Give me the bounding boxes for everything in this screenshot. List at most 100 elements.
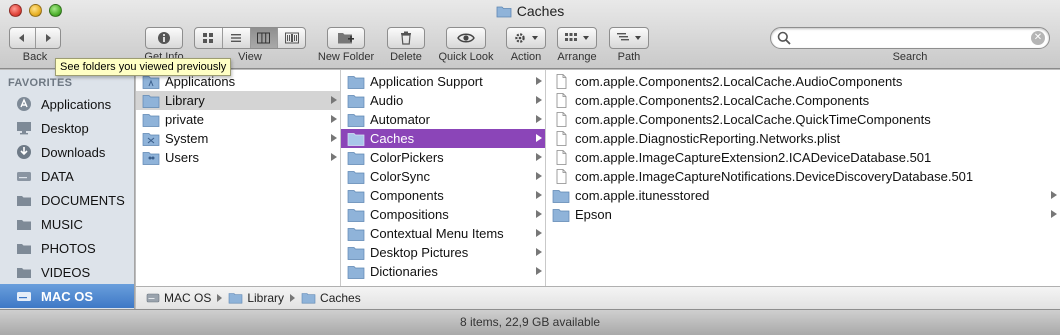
system-folder-icon [142, 131, 160, 146]
column-row[interactable]: Epson [546, 205, 1060, 224]
row-label: Epson [575, 207, 612, 222]
column-view-button[interactable] [250, 28, 279, 48]
folder-icon [15, 239, 33, 257]
column-row[interactable]: com.apple.itunesstored [546, 186, 1060, 205]
back-button[interactable] [10, 28, 36, 48]
column-row[interactable]: private [136, 110, 340, 129]
row-label: System [165, 131, 209, 146]
disclosure-arrow-icon [536, 153, 542, 161]
arrange-menu-button[interactable] [557, 27, 597, 49]
folder-icon [347, 264, 365, 279]
coverflow-icon [284, 32, 299, 44]
column-row[interactable]: ColorPickers [341, 148, 545, 167]
column-row[interactable]: com.apple.Components2.LocalCache.Compone… [546, 91, 1060, 110]
column-row[interactable]: Dictionaries [341, 262, 545, 281]
disclosure-arrow-icon [536, 172, 542, 180]
sidebar-item-macos[interactable]: MAC OS [0, 284, 134, 308]
grid-icon [203, 33, 214, 43]
column-row[interactable]: com.apple.ImageCaptureNotifications.Devi… [546, 167, 1060, 186]
path-menu-button[interactable] [609, 27, 649, 49]
back-label: Back [22, 51, 48, 63]
row-label: Automator [370, 112, 430, 127]
row-label: Application Support [370, 74, 483, 89]
get-info-button[interactable] [145, 27, 183, 49]
sidebar-item-label: DOCUMENTS [41, 192, 125, 208]
column-row-selected[interactable]: Library [136, 91, 340, 110]
disclosure-arrow-icon [536, 134, 542, 142]
column-row[interactable]: com.apple.DiagnosticReporting.Networks.p… [546, 129, 1060, 148]
columns-icon [257, 32, 271, 44]
folder-icon [347, 131, 365, 146]
path-item-library[interactable]: Library [228, 291, 284, 305]
list-view-button[interactable] [223, 28, 251, 48]
quick-look-button[interactable] [446, 27, 486, 49]
path-item-label: Library [247, 291, 285, 305]
new-folder-icon [338, 33, 354, 44]
column-row-selected[interactable]: Caches [341, 129, 545, 148]
column-row[interactable]: com.apple.Components2.LocalCache.AudioCo… [546, 72, 1060, 91]
icon-view-button[interactable] [195, 28, 223, 48]
path-icon [617, 33, 629, 41]
document-icon [552, 112, 570, 127]
search-input[interactable] [795, 30, 1025, 46]
column-row[interactable]: Users [136, 148, 340, 167]
column-row[interactable]: Contextual Menu Items [341, 224, 545, 243]
sidebar-item-music[interactable]: MUSIC [0, 212, 134, 236]
row-label: Audio [370, 93, 404, 108]
column-row[interactable]: Desktop Pictures [341, 243, 545, 262]
row-label: Compositions [370, 207, 449, 222]
coverflow-view-button[interactable] [278, 28, 305, 48]
clear-search-icon[interactable]: ✕ [1031, 31, 1045, 45]
column-row[interactable]: Compositions [341, 205, 545, 224]
search-field[interactable]: ✕ [770, 27, 1050, 49]
sidebar-item-videos[interactable]: VIDEOS [0, 260, 134, 284]
arrange-icon [565, 33, 577, 41]
column-row[interactable]: Application Support [341, 72, 545, 91]
row-label: Users [165, 150, 199, 165]
forward-button[interactable] [36, 28, 61, 48]
sidebar-item-downloads[interactable]: Downloads [0, 140, 134, 164]
column-row[interactable]: com.apple.Components2.LocalCache.QuickTi… [546, 110, 1060, 129]
column-row[interactable]: ColorSync [341, 167, 545, 186]
sidebar-item-documents[interactable]: DOCUMENTS [0, 188, 134, 212]
delete-button[interactable] [387, 27, 425, 49]
path-separator-icon [290, 294, 296, 302]
document-icon [552, 74, 570, 89]
disclosure-arrow-icon [1051, 210, 1057, 218]
path-item-caches[interactable]: Caches [301, 291, 361, 305]
delete-label: Delete [390, 51, 422, 63]
view-mode-control [194, 27, 306, 49]
chevron-left-icon [19, 34, 25, 42]
action-label: Action [510, 51, 542, 63]
info-icon [158, 32, 170, 44]
drive-icon [146, 292, 160, 304]
sidebar-item-label: MUSIC [41, 216, 83, 232]
drive-icon [15, 167, 33, 185]
users-folder-icon [142, 150, 160, 165]
column-row[interactable]: System [136, 129, 340, 148]
disclosure-arrow-icon [536, 115, 542, 123]
row-label: com.apple.DiagnosticReporting.Networks.p… [575, 131, 841, 146]
window-title-text: Caches [516, 3, 565, 19]
back-forward-control [9, 27, 61, 49]
action-menu-button[interactable] [506, 27, 546, 49]
column-row[interactable]: com.apple.ImageCaptureExtension2.ICADevi… [546, 148, 1060, 167]
sidebar-item-applications[interactable]: Applications [0, 92, 134, 116]
sidebar-item-data[interactable]: DATA [0, 164, 134, 188]
disclosure-arrow-icon [536, 248, 542, 256]
column-row[interactable]: Automator [341, 110, 545, 129]
path-item-macos[interactable]: MAC OS [146, 291, 211, 305]
folder-icon [552, 188, 570, 203]
new-folder-button[interactable] [327, 27, 365, 49]
row-label: Library [165, 93, 205, 108]
chevron-down-icon [532, 36, 538, 40]
row-label: Contextual Menu Items [370, 226, 504, 241]
column-row[interactable]: Audio [341, 91, 545, 110]
disclosure-arrow-icon [536, 267, 542, 275]
sidebar-item-photos[interactable]: PHOTOS [0, 236, 134, 260]
folder-icon [347, 74, 365, 89]
column-row[interactable]: Components [341, 186, 545, 205]
trash-icon [401, 31, 411, 45]
column-caches: com.apple.Components2.LocalCache.AudioCo… [546, 70, 1060, 286]
sidebar-item-desktop[interactable]: Desktop [0, 116, 134, 140]
